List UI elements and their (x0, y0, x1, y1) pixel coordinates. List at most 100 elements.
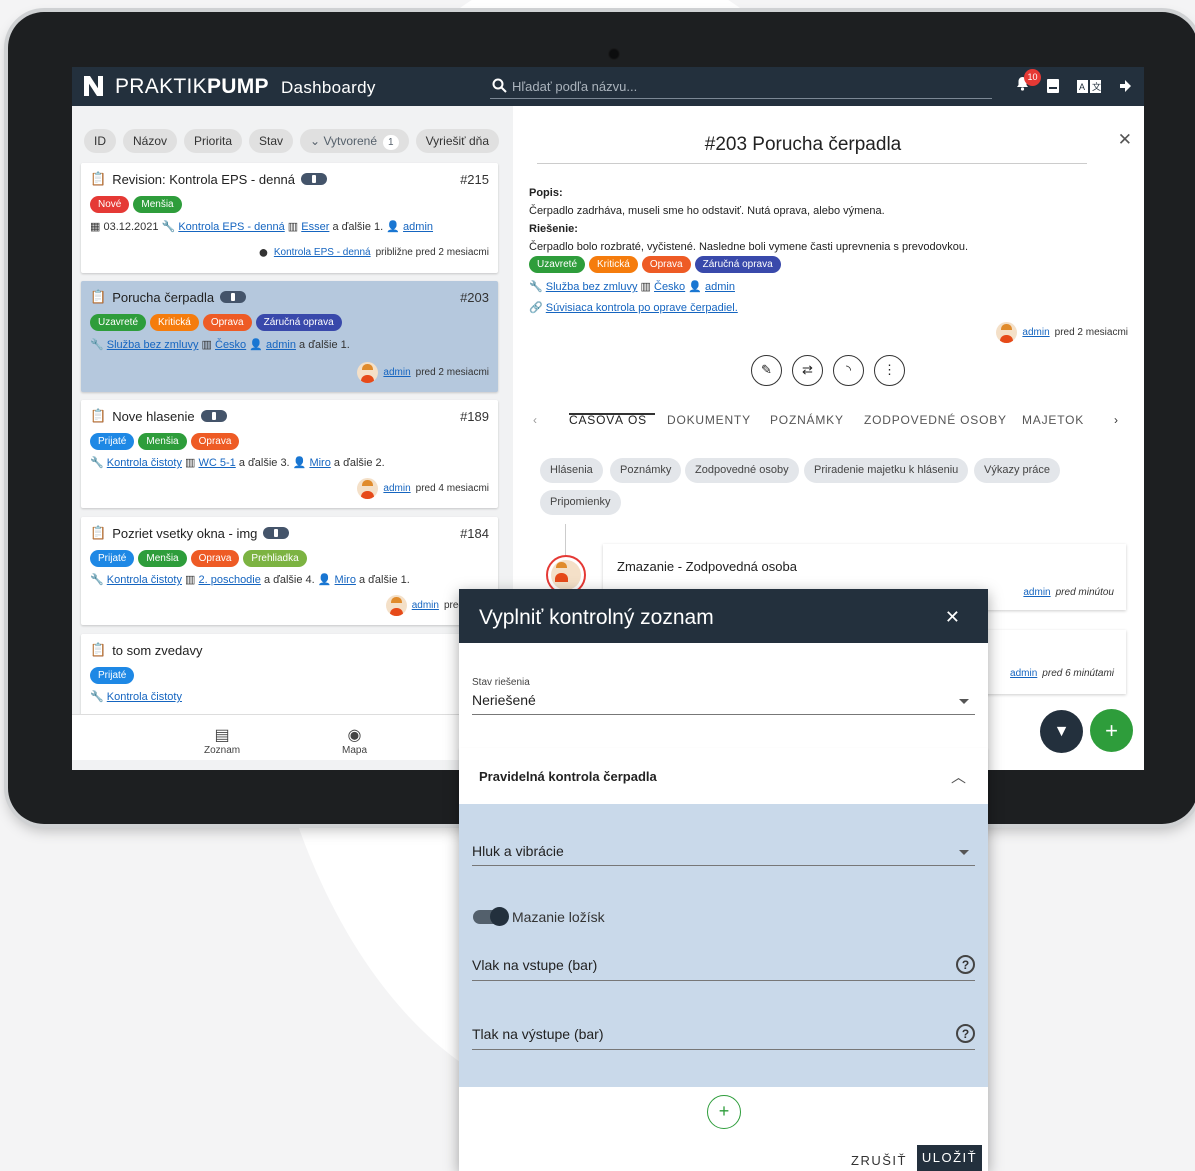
search-input[interactable]: Hľadať podľa názvu... (490, 75, 992, 99)
filter-chip[interactable]: Výkazy práce (974, 458, 1061, 483)
tab-indicator (569, 413, 655, 415)
card-link-location[interactable]: Esser (301, 221, 329, 233)
top-bar: PRAKTIKPUMP Dashboardy Hľadať podľa názv… (72, 67, 1144, 106)
filter-fab[interactable]: ▼ (1040, 710, 1083, 753)
tab-documents[interactable]: DOKUMENTY (667, 413, 751, 427)
edit-button[interactable]: ✎ (751, 355, 782, 386)
chevron-right-icon[interactable]: › (1114, 413, 1119, 427)
card-tags: Prijaté Menšia Oprava (90, 433, 240, 450)
chip-id[interactable]: ID (84, 129, 116, 153)
detail-link-location[interactable]: Česko (654, 281, 685, 293)
card-link-contract[interactable]: Kontrola čistoty (107, 574, 182, 586)
add-item-button[interactable]: + (707, 1095, 741, 1129)
detail-link-contract[interactable]: Služba bez zmluvy (546, 281, 638, 293)
card-link-contract[interactable]: Kontrola čistoty (107, 457, 182, 469)
filter-chip[interactable]: Priradenie majetku k hláseniu (804, 458, 969, 483)
tag-status: Nové (90, 196, 130, 213)
input-pressure-field[interactable]: Vlak na vstupe (bar) ? (472, 950, 975, 981)
translate-icon[interactable]: A文 (1077, 79, 1101, 93)
tab-timeline[interactable]: ČASOVÁ OS (569, 413, 647, 427)
card-link-user[interactable]: admin (266, 339, 296, 351)
close-icon[interactable]: ✕ (1118, 130, 1132, 150)
related-link[interactable]: Súvisiaca kontrola po oprave čerpadiel. (546, 302, 738, 314)
rss-button[interactable]: ◝ (833, 355, 864, 386)
card-tags: Prijaté Menšia Oprava Prehliadka (90, 550, 307, 567)
filter-chip[interactable]: Poznámky (610, 458, 682, 483)
tag-priority: Kritická (589, 256, 638, 273)
toolbar-icons: 10 A文 (1016, 69, 1132, 96)
footer-user[interactable]: admin (383, 367, 410, 378)
nav-map[interactable]: ◉ Mapa (342, 725, 367, 756)
card-id: #215 (460, 172, 489, 187)
user-silhouette-icon: ● (258, 242, 269, 262)
tag-status: Prijaté (90, 667, 135, 684)
card-link-contract[interactable]: Kontrola čistoty (107, 691, 182, 703)
logout-icon[interactable] (1119, 80, 1132, 92)
section-title: Dashboardy (280, 78, 376, 97)
status-select[interactable]: Stav riešenia Neriešené (472, 677, 975, 715)
tag-status: Uzavreté (90, 314, 147, 331)
chip-created[interactable]: ⌄ Vytvorené 1 (300, 129, 409, 153)
footer-link[interactable]: Kontrola EPS - denná (274, 247, 371, 258)
noise-select[interactable]: Hluk a vibrácie (472, 840, 975, 866)
add-fab[interactable]: + (1090, 709, 1133, 752)
card-link-location[interactable]: 2. poschodie (198, 574, 260, 586)
plus-icon: + (718, 1101, 730, 1121)
list-item[interactable]: 📋 Pozriet vsetky okna - img #184 Prijaté … (81, 517, 498, 625)
card-link-location[interactable]: WC 5-1 (198, 457, 235, 469)
nav-list[interactable]: ▤ Zoznam (204, 725, 240, 756)
output-pressure-field[interactable]: Tlak na výstupe (bar) ? (472, 1019, 975, 1050)
card-date: 03.12.2021 (103, 221, 159, 233)
brand-bold: PUMP (206, 75, 269, 98)
clipboard-icon: 📋 (90, 642, 107, 657)
chip-name[interactable]: Názov (123, 129, 178, 153)
help-icon[interactable]: ? (956, 1024, 975, 1043)
detail-author: admin pred 2 mesiacmi (996, 322, 1128, 343)
card-meta: 🔧 Kontrola čistoty ▥ WC 5-1 a ďalšie 3. … (90, 457, 385, 469)
card-link-contract[interactable]: Kontrola EPS - denná (178, 221, 284, 233)
tab-notes[interactable]: POZNÁMKY (770, 413, 844, 427)
detail-title: #203 Porucha čerpadla (704, 134, 902, 155)
chip-status[interactable]: Stav (249, 129, 294, 153)
chip-priority[interactable]: Priorita (184, 129, 243, 153)
chevron-up-icon: ︿ (950, 769, 966, 786)
author-link[interactable]: admin (1022, 327, 1049, 338)
close-icon[interactable]: ✕ (945, 607, 960, 628)
camera-icon (608, 48, 620, 60)
footer-user[interactable]: admin (383, 483, 410, 494)
cancel-button[interactable]: ZRUŠIŤ (851, 1153, 907, 1168)
event-user[interactable]: admin (1023, 587, 1050, 598)
filter-chip[interactable]: Pripomienky (540, 490, 621, 515)
list-item[interactable]: 📋 Revision: Kontrola EPS - denná #215 Nov… (81, 163, 498, 273)
notifications-button[interactable]: 10 (1016, 69, 1041, 96)
card-link-contract[interactable]: Služba bez zmluvy (107, 339, 199, 351)
footer-user[interactable]: admin (412, 600, 439, 611)
bearing-lubrication-toggle[interactable] (473, 907, 509, 926)
detail-link-user[interactable]: admin (705, 281, 735, 293)
tag-type: Oprava (190, 433, 240, 450)
save-button[interactable]: ULOŽIŤ (917, 1145, 982, 1171)
status-value: Neriešené (472, 692, 536, 708)
more-button[interactable]: ⋮ (874, 355, 905, 386)
card-link-location[interactable]: Česko (215, 339, 246, 351)
card-link-user[interactable]: Miro (335, 574, 356, 586)
book-icon[interactable] (1047, 79, 1059, 93)
card-link-user[interactable]: Miro (309, 457, 330, 469)
tab-assets[interactable]: MAJETOK (1022, 413, 1084, 427)
card-link-user[interactable]: admin (403, 221, 433, 233)
chevron-left-icon[interactable]: ‹ (533, 413, 538, 427)
card-meta: 🔧 Kontrola čistoty ▥ 2. poschodie a ďalš… (90, 574, 410, 586)
list-item-selected[interactable]: 📋 Porucha čerpadla #203 Uzavreté Kritická… (81, 281, 498, 392)
transfer-button[interactable]: ⇄ (792, 355, 823, 386)
list-item[interactable]: 📋 to som zvedavy Prijaté 🔧 Kontrola čisto… (81, 634, 498, 724)
list-item[interactable]: 📋 Nove hlasenie #189 Prijaté Menšia Oprav… (81, 400, 498, 508)
filter-chip[interactable]: Hlásenia (540, 458, 603, 483)
tab-responsible[interactable]: ZODPOVEDNÉ OSOBY (864, 413, 1007, 427)
help-icon[interactable]: ? (956, 955, 975, 974)
card-title-text: to som zvedavy (112, 642, 203, 658)
chip-solve-date[interactable]: Vyriešiť dňa (415, 129, 500, 153)
checklist-section-header[interactable]: Pravidelná kontrola čerpadla ︿ (459, 748, 988, 804)
event-user[interactable]: admin (1010, 668, 1037, 679)
filter-chip[interactable]: Zodpovedné osoby (685, 458, 799, 483)
pin-icon (301, 173, 328, 185)
